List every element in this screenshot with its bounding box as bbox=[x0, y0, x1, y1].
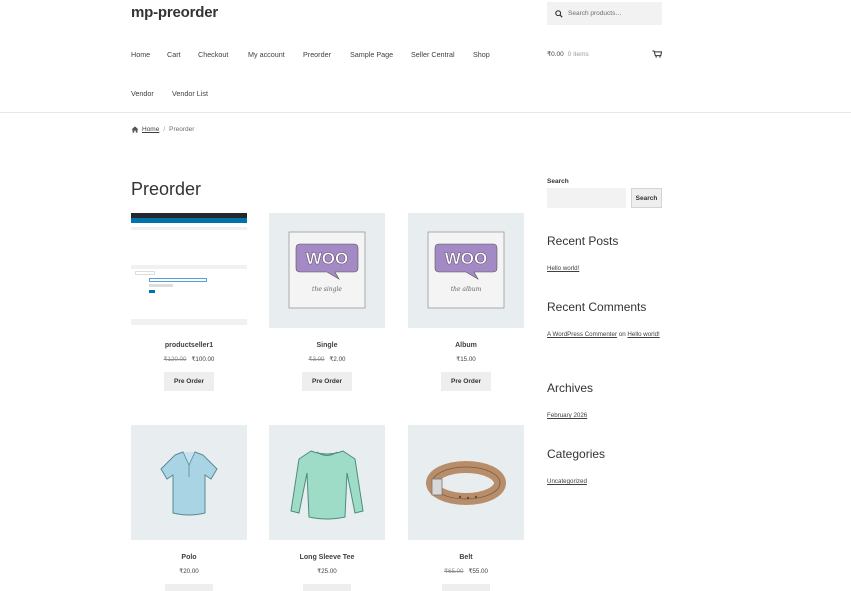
product-button[interactable] bbox=[442, 584, 490, 591]
breadcrumb-current: Preorder bbox=[169, 126, 195, 133]
product-regular-price: ₹65.00 bbox=[444, 568, 464, 575]
preorder-button[interactable]: Pre Order bbox=[441, 372, 491, 391]
nav-item-cart[interactable]: Cart bbox=[167, 50, 181, 59]
sidebar-search-button[interactable]: Search bbox=[631, 188, 662, 208]
preorder-button[interactable]: Pre Order bbox=[164, 372, 214, 391]
header-divider bbox=[0, 112, 851, 113]
product-price: ₹15.00 bbox=[408, 356, 524, 363]
sidebar-search-input[interactable] bbox=[547, 188, 626, 208]
nav-item-sample-page[interactable]: Sample Page bbox=[350, 50, 393, 59]
nav-item-my-account[interactable]: My account bbox=[248, 50, 285, 59]
product-search-input[interactable] bbox=[568, 10, 658, 17]
product-sale-price: ₹55.00 bbox=[468, 568, 488, 575]
product-card: Polo ₹20.00 bbox=[131, 425, 247, 591]
product-regular-price: ₹3.00 bbox=[308, 356, 325, 363]
product-image-woo-album[interactable]: WOO the album bbox=[408, 213, 524, 328]
cart-count: 0 items bbox=[567, 50, 589, 58]
header-cart[interactable]: ₹0.00 0 items bbox=[547, 50, 662, 58]
product-card: WOO the single Single ₹3.00 ₹2.00 Pre Ord… bbox=[269, 213, 385, 391]
woo-caption: the single bbox=[312, 286, 342, 293]
product-image-screenshot[interactable] bbox=[131, 213, 247, 328]
product-price: ₹3.00 ₹2.00 bbox=[269, 356, 385, 363]
product-card: WOO the album Album ₹15.00 Pre Order bbox=[408, 213, 524, 391]
product-button[interactable] bbox=[165, 584, 213, 591]
sidebar-search-label: Search bbox=[547, 178, 569, 185]
category-link[interactable]: Uncategorized bbox=[547, 475, 662, 488]
nav-item-seller-central[interactable]: Seller Central bbox=[411, 50, 455, 59]
search-icon bbox=[555, 9, 563, 18]
product-sale-price: ₹100.00 bbox=[191, 356, 215, 363]
product-image-long-sleeve-tee[interactable] bbox=[269, 425, 385, 540]
nav-item-checkout[interactable]: Checkout bbox=[198, 50, 228, 59]
woo-logo-text: WOO bbox=[306, 249, 349, 268]
product-image-polo[interactable] bbox=[131, 425, 247, 540]
product-sale-price: ₹25.00 bbox=[317, 568, 337, 575]
cart-icon bbox=[652, 50, 662, 58]
nav-item-vendor-list[interactable]: Vendor List bbox=[172, 89, 208, 98]
product-name[interactable]: Album bbox=[408, 342, 524, 349]
home-icon bbox=[131, 126, 139, 133]
product-price: ₹120.00 ₹100.00 bbox=[131, 356, 247, 363]
archives-title: Archives bbox=[547, 381, 594, 395]
recent-comments-title: Recent Comments bbox=[547, 300, 647, 314]
page-title: Preorder bbox=[131, 179, 202, 199]
comment-post-link[interactable]: Hello world! bbox=[627, 331, 659, 338]
product-price: ₹20.00 bbox=[131, 568, 247, 575]
cart-amount: ₹0.00 bbox=[547, 51, 564, 58]
product-name[interactable]: Polo bbox=[131, 554, 247, 561]
product-card: productseller1 ₹120.00 ₹100.00 Pre Order bbox=[131, 213, 247, 391]
comment-on-text: on bbox=[618, 331, 626, 338]
product-sale-price: ₹20.00 bbox=[179, 568, 199, 575]
recent-comment: A WordPress Commenter on Hello world! bbox=[547, 328, 662, 341]
categories-title: Categories bbox=[547, 447, 606, 461]
nav-item-shop[interactable]: Shop bbox=[473, 50, 490, 59]
breadcrumb-home-link[interactable]: Home bbox=[142, 126, 159, 133]
product-search-box[interactable] bbox=[547, 2, 662, 25]
breadcrumb-separator: / bbox=[163, 126, 166, 133]
comment-author-link[interactable]: A WordPress Commenter bbox=[547, 331, 617, 338]
product-price: ₹25.00 bbox=[269, 568, 385, 575]
recent-posts-title: Recent Posts bbox=[547, 234, 619, 248]
woo-caption: the album bbox=[451, 286, 482, 293]
preorder-button[interactable]: Pre Order bbox=[302, 372, 352, 391]
nav-item-vendor[interactable]: Vendor bbox=[131, 89, 154, 98]
product-name[interactable]: Single bbox=[269, 342, 385, 349]
site-title[interactable]: mp-preorder bbox=[131, 4, 218, 21]
woo-logo-text: WOO bbox=[445, 249, 488, 268]
product-card: Long Sleeve Tee ₹25.00 bbox=[269, 425, 385, 591]
product-sale-price: ₹15.00 bbox=[456, 356, 476, 363]
archive-link[interactable]: February 2026 bbox=[547, 409, 662, 422]
product-sale-price: ₹2.00 bbox=[329, 356, 346, 363]
recent-post-link[interactable]: Hello world! bbox=[547, 262, 662, 275]
product-name[interactable]: Long Sleeve Tee bbox=[269, 554, 385, 561]
nav-item-preorder[interactable]: Preorder bbox=[303, 50, 331, 59]
product-name[interactable]: productseller1 bbox=[131, 342, 247, 349]
nav-item-home[interactable]: Home bbox=[131, 50, 150, 59]
product-price: ₹65.00 ₹55.00 bbox=[408, 568, 524, 575]
product-card: Belt ₹65.00 ₹55.00 bbox=[408, 425, 524, 591]
product-image-belt[interactable] bbox=[408, 425, 524, 540]
product-button[interactable] bbox=[303, 584, 351, 591]
product-image-woo-single[interactable]: WOO the single bbox=[269, 213, 385, 328]
product-name[interactable]: Belt bbox=[408, 554, 524, 561]
product-regular-price: ₹120.00 bbox=[163, 356, 187, 363]
breadcrumb: Home / Preorder bbox=[131, 126, 194, 133]
